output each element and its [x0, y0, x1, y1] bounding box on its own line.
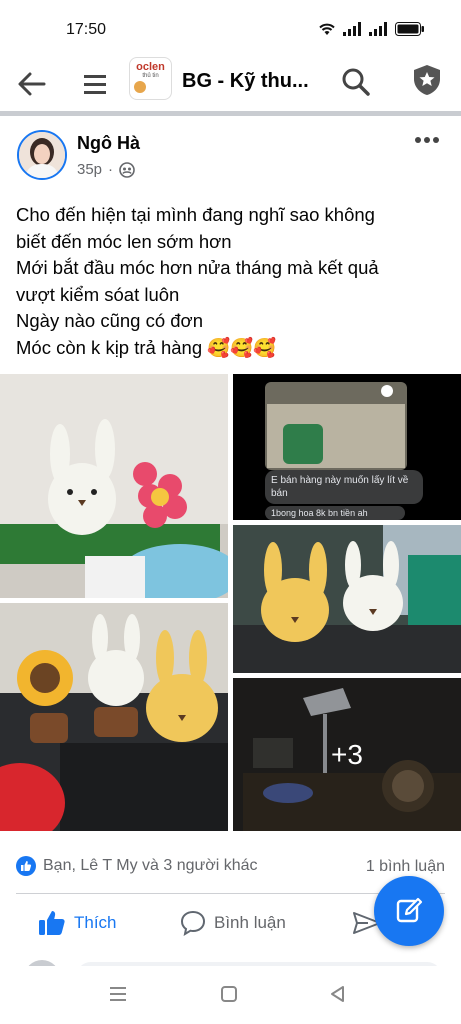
search-icon[interactable]: [340, 66, 372, 98]
group-audience-icon: [119, 161, 135, 178]
author-name[interactable]: Ngô Hà: [77, 133, 140, 154]
post-text-line: Ngày nào cũng có đơn: [16, 310, 203, 331]
menu-icon[interactable]: [80, 66, 112, 102]
group-logo[interactable]: oclen thủ tin: [129, 57, 172, 100]
chat-message: E bán hàng này muốn lấy lít về bán: [271, 475, 409, 499]
wifi-icon: [319, 23, 335, 35]
compose-post-button[interactable]: [374, 876, 444, 946]
comment-icon: [180, 910, 206, 936]
like-label: Thích: [74, 913, 117, 932]
status-bar: 17:50: [0, 0, 461, 58]
status-time: 17:50: [66, 21, 107, 38]
post-text: Cho đến hiện tại mình đang nghĩ sao khôn…: [16, 202, 446, 361]
edit-icon: [396, 897, 423, 923]
battery-icon: [395, 22, 424, 36]
reactions-text: Bạn, Lê T My và 3 người khác: [43, 857, 258, 874]
recent-apps-icon[interactable]: [108, 984, 128, 1004]
signal-icon: [343, 22, 361, 36]
more-photos-overlay[interactable]: +3: [233, 678, 461, 831]
more-dots-icon[interactable]: [412, 128, 442, 152]
like-button[interactable]: Thích: [38, 910, 117, 936]
group-title[interactable]: BG - Kỹ thu...: [182, 70, 309, 93]
signal-icon: [369, 22, 387, 36]
header-divider: [0, 111, 461, 116]
back-triangle-icon[interactable]: [328, 984, 348, 1004]
reactions-summary[interactable]: Bạn, Lê T My và 3 người khác: [16, 856, 258, 876]
post-text-line: Móc còn k kịp trả hàng 🥰🥰🥰: [16, 336, 277, 358]
post-meta: 35p ·: [77, 161, 135, 178]
chat-message-2: 1bong hoa 8k bn tiền ah: [271, 508, 368, 518]
photo-white-bunny-flower[interactable]: [0, 374, 228, 598]
photo-sunflower-bunnies[interactable]: [0, 603, 228, 831]
comment-label: Bình luận: [214, 913, 286, 932]
photo-grid: E bán hàng này muốn lấy lít về bán 1bong…: [0, 374, 461, 831]
comment-count[interactable]: 1 bình luận: [366, 858, 445, 876]
post-text-line: Mới bắt đầu móc hơn nửa tháng mà kết quả: [16, 257, 379, 278]
photo-more[interactable]: +3: [233, 678, 461, 831]
home-icon[interactable]: [219, 984, 239, 1004]
like-reaction-icon: [16, 856, 36, 876]
shield-star-icon[interactable]: [410, 63, 444, 97]
more-photos-count: +3: [331, 738, 363, 770]
author-avatar[interactable]: [17, 130, 67, 180]
comment-button[interactable]: Bình luận: [180, 910, 286, 936]
group-logo-subtext: thủ tin: [142, 73, 159, 79]
post-text-line: vượt kiểm sóat luôn: [16, 283, 180, 305]
post-text-line: biết đến móc len sớm hơn: [16, 230, 232, 252]
photo-yellow-white-bunnies[interactable]: [233, 525, 461, 673]
back-arrow-icon[interactable]: [14, 66, 50, 102]
thumbs-up-icon: [39, 911, 65, 935]
post-time: 35p: [77, 161, 103, 178]
group-logo-text: oclen: [136, 61, 165, 73]
post-text-line: Cho đến hiện tại mình đang nghĩ sao khôn…: [16, 204, 375, 225]
status-icons: [317, 21, 425, 37]
photo-chat-screenshot[interactable]: E bán hàng này muốn lấy lít về bán 1bong…: [233, 374, 461, 520]
system-nav-bar: [0, 966, 461, 1024]
